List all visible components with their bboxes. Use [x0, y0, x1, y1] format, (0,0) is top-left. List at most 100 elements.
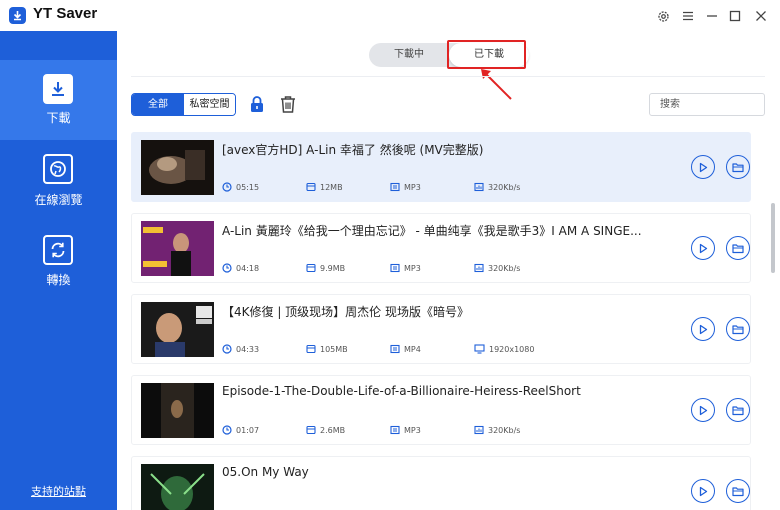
- file-size-icon: [306, 425, 316, 435]
- folder-icon: [732, 162, 744, 172]
- duration-meta: 04:33: [222, 344, 259, 354]
- clock-icon: [222, 425, 232, 435]
- item-title: 【4K修復 | 顶级现场】周杰伦 现场版《暗号》: [222, 305, 469, 319]
- trash-icon[interactable]: [277, 93, 299, 115]
- item-format: MP3: [404, 263, 421, 273]
- folder-icon: [732, 405, 744, 415]
- item-format: MP4: [404, 344, 421, 354]
- list-item[interactable]: 05.On My Way: [131, 456, 751, 510]
- play-icon: [699, 324, 708, 334]
- maximize-icon[interactable]: [726, 7, 744, 25]
- play-icon: [699, 405, 708, 415]
- resolution-icon: [474, 344, 485, 354]
- supported-sites-link[interactable]: 支持的站點: [0, 483, 117, 499]
- play-button[interactable]: [691, 317, 715, 341]
- open-folder-button[interactable]: [726, 155, 750, 179]
- open-folder-button[interactable]: [726, 479, 750, 503]
- format-meta: MP3: [390, 425, 421, 435]
- filter-all-button[interactable]: 全部: [132, 94, 184, 115]
- list-item[interactable]: Episode-1-The-Double-Life-of-a-Billionai…: [131, 375, 751, 445]
- item-title: Episode-1-The-Double-Life-of-a-Billionai…: [222, 384, 581, 398]
- item-title: [avex官方HD] A-Lin 幸福了 然後呢 (MV完整版): [222, 143, 484, 157]
- file-size-icon: [306, 263, 316, 273]
- app-logo-icon: [9, 7, 26, 24]
- title-bar: YT Saver: [0, 0, 780, 31]
- main-panel: 下載中 已下載 全部 私密空間 [avex官方HD] A-: [117, 31, 780, 510]
- duration-meta: 05:15: [222, 182, 259, 192]
- play-icon: [699, 486, 708, 496]
- file-size-icon: [306, 344, 316, 354]
- app-title: YT Saver: [33, 5, 98, 22]
- list-item[interactable]: 【4K修復 | 顶级现场】周杰伦 现场版《暗号》 04:33 105MB MP4…: [131, 294, 751, 364]
- duration-meta: 01:07: [222, 425, 259, 435]
- play-icon: [699, 162, 708, 172]
- globe-icon: [43, 154, 73, 184]
- filter-private-button[interactable]: 私密空間: [184, 94, 235, 115]
- bitrate-icon: [474, 425, 484, 435]
- menu-icon[interactable]: [679, 7, 697, 25]
- list-item[interactable]: A-Lin 黃麗玲《给我一个理由忘记》 - 单曲纯享《我是歌手3》I AM A …: [131, 213, 751, 283]
- sidebar-item-browse[interactable]: 在線瀏覽: [0, 142, 117, 222]
- quality-meta: 320Kb/s: [474, 263, 520, 273]
- item-quality: 320Kb/s: [488, 263, 521, 273]
- item-quality: 320Kb/s: [488, 425, 521, 435]
- app-window: YT Saver 下載 在線瀏覽 轉換 支持的站點 下載中 已下載 全部 私密空…: [0, 0, 780, 510]
- item-duration: 01:07: [236, 425, 260, 435]
- item-title: A-Lin 黃麗玲《给我一个理由忘记》 - 单曲纯享《我是歌手3》I AM A …: [222, 224, 642, 238]
- tab-downloading[interactable]: 下載中: [369, 43, 449, 67]
- close-icon[interactable]: [752, 7, 770, 25]
- quality-meta: 1920x1080: [474, 344, 534, 354]
- open-folder-button[interactable]: [726, 398, 750, 422]
- item-size: 12MB: [320, 182, 343, 192]
- item-quality: 320Kb/s: [488, 182, 521, 192]
- play-button[interactable]: [691, 236, 715, 260]
- item-size: 9.9MB: [320, 263, 346, 273]
- minimize-icon[interactable]: [703, 7, 721, 25]
- open-folder-button[interactable]: [726, 236, 750, 260]
- clock-icon: [222, 182, 232, 192]
- clock-icon: [222, 344, 232, 354]
- play-button[interactable]: [691, 479, 715, 503]
- format-icon: [390, 425, 400, 435]
- size-meta: 2.6MB: [306, 425, 345, 435]
- item-size: 105MB: [320, 344, 348, 354]
- download-status-tabs: 下載中 已下載: [369, 43, 529, 67]
- format-meta: MP4: [390, 344, 421, 354]
- size-meta: 12MB: [306, 182, 343, 192]
- item-title: 05.On My Way: [222, 465, 309, 479]
- item-quality: 1920x1080: [489, 344, 535, 354]
- video-thumbnail: [141, 383, 214, 438]
- sidebar: 下載 在線瀏覽 轉換 支持的站點: [0, 31, 117, 510]
- item-duration: 05:15: [236, 182, 260, 192]
- folder-icon: [732, 324, 744, 334]
- settings-gear-icon[interactable]: [654, 7, 672, 25]
- bitrate-icon: [474, 263, 484, 273]
- list-scrollbar[interactable]: [771, 203, 775, 273]
- file-size-icon: [306, 182, 316, 192]
- search-input[interactable]: [649, 93, 765, 116]
- sidebar-item-label: 在線瀏覽: [34, 193, 83, 207]
- play-icon: [699, 243, 708, 253]
- bitrate-icon: [474, 182, 484, 192]
- format-meta: MP3: [390, 263, 421, 273]
- format-icon: [390, 182, 400, 192]
- size-meta: 9.9MB: [306, 263, 345, 273]
- list-item[interactable]: [avex官方HD] A-Lin 幸福了 然後呢 (MV完整版) 05:15 1…: [131, 132, 751, 202]
- sidebar-item-convert[interactable]: 轉換: [0, 224, 117, 304]
- sidebar-item-label: 下載: [46, 111, 71, 125]
- sidebar-item-label: 轉換: [46, 273, 71, 287]
- sidebar-item-download[interactable]: 下載: [0, 60, 117, 140]
- tab-downloaded[interactable]: 已下載: [449, 43, 529, 67]
- open-folder-button[interactable]: [726, 317, 750, 341]
- play-button[interactable]: [691, 155, 715, 179]
- item-duration: 04:18: [236, 263, 260, 273]
- play-button[interactable]: [691, 398, 715, 422]
- quality-meta: 320Kb/s: [474, 182, 520, 192]
- lock-icon[interactable]: [246, 93, 268, 115]
- download-icon: [43, 74, 73, 104]
- video-thumbnail: [141, 302, 214, 357]
- convert-icon: [43, 235, 73, 265]
- video-thumbnail: [141, 221, 214, 276]
- filter-group: 全部 私密空間: [131, 93, 236, 116]
- folder-icon: [732, 486, 744, 496]
